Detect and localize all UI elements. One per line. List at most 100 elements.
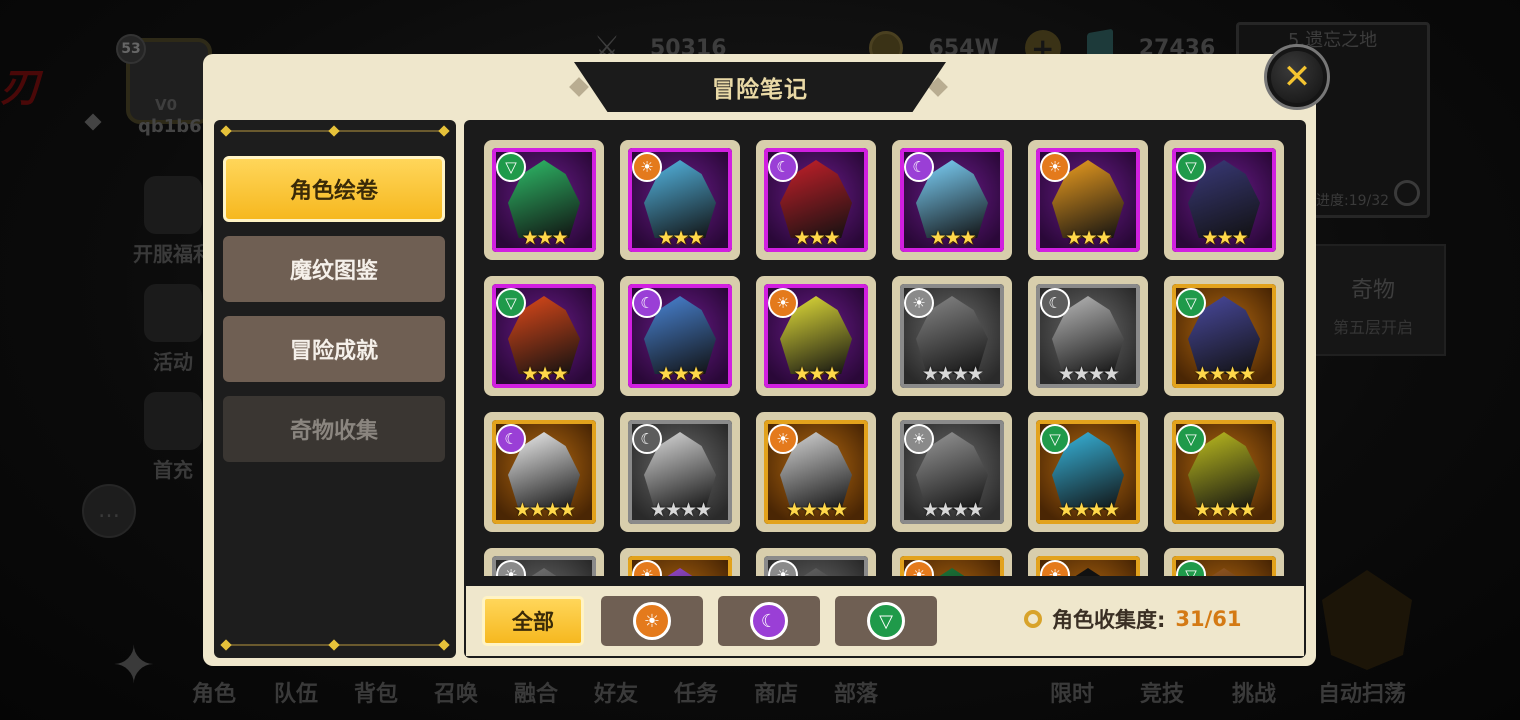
character-card[interactable]: ☀★★★★ [892, 276, 1012, 396]
sun-element-icon: ☀ [768, 288, 798, 318]
star-rating-icon: ★★★ [521, 363, 568, 385]
nav-bag[interactable]: 背包 [354, 676, 398, 708]
character-card[interactable]: ☾ ★★★★ [484, 412, 604, 532]
star-rating-icon: ★★★★ [1193, 363, 1256, 385]
character-card[interactable]: ▽ ★★★ [484, 140, 604, 260]
character-portrait: ☀★★★★ [628, 556, 732, 576]
nature-element-icon: ▽ [867, 602, 905, 640]
character-portrait: ☾ ★★★★ [1036, 284, 1140, 388]
nav-shop[interactable]: 商店 [754, 676, 798, 708]
nav-limited[interactable]: 限时 [1050, 676, 1094, 708]
star-rating-icon: ★★★ [793, 363, 840, 385]
character-card[interactable]: ☾ ★★★ [620, 276, 740, 396]
filter-sun-button[interactable]: ☀ [601, 596, 703, 646]
character-portrait: ☀★★★★ [764, 556, 868, 576]
character-card[interactable]: ▽ ★★★ [1164, 140, 1284, 260]
ring-bullet-icon [1024, 610, 1042, 628]
menu-character-scroll[interactable]: 角色绘卷 [223, 156, 445, 222]
party-popper-icon [144, 176, 202, 234]
nav-role[interactable]: 角色 [192, 676, 236, 708]
nav-friends[interactable]: 好友 [594, 676, 638, 708]
nature-element-icon: ▽ [1176, 152, 1206, 182]
character-card[interactable]: ☾ ★★★ [756, 140, 876, 260]
sun-element-icon: ☀ [904, 424, 934, 454]
character-portrait: ☀★★★★ [900, 556, 1004, 576]
nav-arena[interactable]: 竞技 [1140, 676, 1184, 708]
character-card[interactable]: ☀★★★★ [892, 412, 1012, 532]
character-card[interactable]: ☀★★★★ [756, 412, 876, 532]
side-menu-label: 活动 [153, 350, 193, 374]
filter-moon-button[interactable]: ☾ [718, 596, 820, 646]
character-card[interactable]: ☾ ★★★ [892, 140, 1012, 260]
nav-team[interactable]: 队伍 [274, 676, 318, 708]
collection-value: 31/61 [1175, 607, 1242, 631]
character-portrait: ☾ ★★★ [628, 284, 732, 388]
character-card[interactable]: ☾ ★★★★ [620, 412, 740, 532]
menu-rune-codex[interactable]: 魔纹图鉴 [223, 236, 445, 302]
oddity-panel[interactable]: 奇物 第五层开启 [1300, 244, 1446, 356]
character-portrait: ▽ ★★★ [1172, 148, 1276, 252]
nature-element-icon: ▽ [496, 288, 526, 318]
character-card[interactable]: ▽★★★★ [1164, 412, 1284, 532]
character-portrait: ▽★★★★ [1172, 420, 1276, 524]
character-card[interactable]: ▽★★★★ [1164, 548, 1284, 576]
character-card[interactable]: ☀★★★★ [892, 548, 1012, 576]
character-grid[interactable]: ▽ ★★★ ☀ ★★★ ☾ ★★★ ☾ ★★★ ☀ ★★★ ▽ ★★★ ▽ ★★★ ☾ ★★★ ☀ ★★★ ☀ ★★★… [464, 120, 1306, 576]
nav-tribe[interactable]: 部落 [834, 676, 878, 708]
star-rating-icon: ★★★ [1201, 227, 1248, 249]
star-rating-icon: ★★★ [793, 227, 840, 249]
moon-element-icon: ☾ [750, 602, 788, 640]
filter-nature-button[interactable]: ▽ [835, 596, 937, 646]
character-portrait: ☀★★★★ [764, 420, 868, 524]
character-card[interactable]: ☀ ★★★ [620, 140, 740, 260]
chat-bubble-icon[interactable]: … [82, 484, 136, 538]
character-card[interactable]: ☾ ★★★★ [1028, 276, 1148, 396]
moon-element-icon: ☾ [768, 152, 798, 182]
character-card[interactable]: ▽ ★★★★ [1164, 276, 1284, 396]
character-card[interactable]: ☀★★★★ [1028, 548, 1148, 576]
moon-element-icon: ☾ [632, 288, 662, 318]
magnifier-icon[interactable] [1394, 180, 1420, 206]
bottom-nav: 角色 队伍 背包 召唤 融合 好友 任务 商店 部落 限时 竞技 挑战 自动扫荡 [0, 676, 1520, 710]
character-portrait: ▽ ★★★★ [1172, 284, 1276, 388]
character-portrait: ☀ ★★★ [628, 148, 732, 252]
character-card[interactable]: ☀ ★★★ [1028, 140, 1148, 260]
character-card[interactable]: ☀ ★★★ [756, 276, 876, 396]
character-card[interactable]: ☀★★★★ [620, 548, 740, 576]
menu-adventure-achievements[interactable]: 冒险成就 [223, 316, 445, 382]
moon-element-icon: ☾ [496, 424, 526, 454]
character-card[interactable]: ▽ ★★★ [484, 276, 604, 396]
nav-summon[interactable]: 召唤 [434, 676, 478, 708]
character-card[interactable]: ☀★★★★ [756, 548, 876, 576]
moon-element-icon: ☾ [904, 152, 934, 182]
character-portrait: ☾ ★★★★ [492, 420, 596, 524]
character-portrait: ▽★★★★ [1172, 556, 1276, 576]
vip-label: V0 [155, 96, 178, 114]
nature-element-icon: ▽ [1176, 424, 1206, 454]
character-card[interactable]: ▽★★★★ [1028, 412, 1148, 532]
nav-tasks[interactable]: 任务 [674, 676, 718, 708]
character-portrait: ☀★★★★ [900, 284, 1004, 388]
collection-progress: 角色收集度: 31/61 [1024, 604, 1242, 634]
star-rating-icon: ★★★★ [649, 499, 712, 521]
stage-progress: 进度:19/32 [1316, 193, 1390, 209]
sun-element-icon: ☀ [768, 424, 798, 454]
nature-element-icon: ▽ [496, 152, 526, 182]
nav-auto-sweep[interactable]: 自动扫荡 [1318, 676, 1406, 708]
character-portrait: ☀★★★★ [1036, 556, 1140, 576]
sun-element-icon: ☀ [1040, 152, 1070, 182]
character-card[interactable]: ☀★★★★ [484, 548, 604, 576]
nav-fuse[interactable]: 融合 [514, 676, 558, 708]
star-rating-icon: ★★★★ [1057, 499, 1120, 521]
character-portrait: ☾ ★★★★ [628, 420, 732, 524]
filter-all-button[interactable]: 全部 [482, 596, 584, 646]
player-level: 53 [116, 34, 146, 64]
nav-challenge[interactable]: 挑战 [1232, 676, 1276, 708]
star-rating-icon: ★★★ [929, 227, 976, 249]
star-rating-icon: ★★★ [521, 227, 568, 249]
star-rating-icon: ★★★ [1065, 227, 1112, 249]
menu-oddity-collection[interactable]: 奇物收集 [223, 396, 445, 462]
close-button[interactable]: ✕ [1264, 44, 1330, 110]
character-portrait: ▽★★★★ [1036, 420, 1140, 524]
nature-element-icon: ▽ [1176, 288, 1206, 318]
